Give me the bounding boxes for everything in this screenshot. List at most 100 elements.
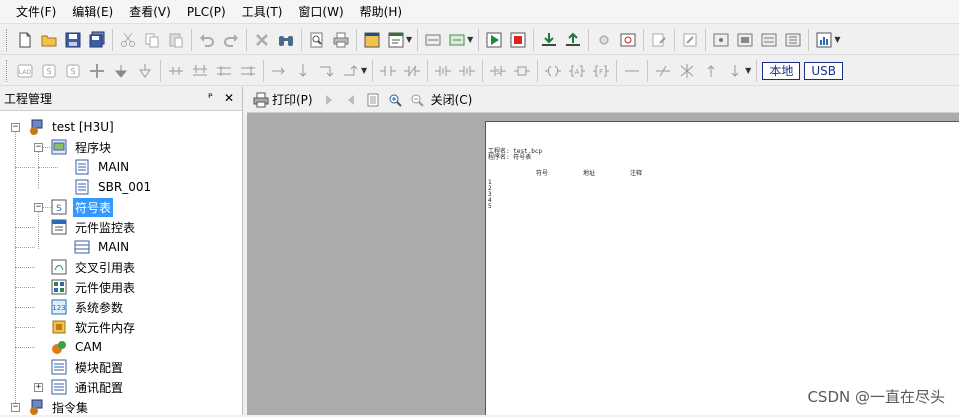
tree-item-main[interactable]: MAIN (74, 157, 131, 177)
monitor-icon[interactable] (593, 29, 615, 51)
output-window-icon[interactable] (385, 29, 407, 51)
menu-file[interactable]: 文件(F) (8, 1, 64, 23)
next-page-icon[interactable] (321, 92, 337, 108)
usb-button[interactable]: USB (804, 61, 843, 80)
local-button[interactable]: 本地 (762, 61, 801, 80)
tree-item-monitor-table[interactable]: 元件监控表 (51, 217, 137, 237)
tree-item-soft-memory[interactable]: 软元件内存 (51, 317, 137, 337)
collapse-instruction-set-toggle[interactable]: − (11, 403, 20, 412)
usage-icon[interactable] (758, 29, 780, 51)
delete-hline-icon[interactable] (652, 60, 674, 82)
tree-item-cross-ref[interactable]: 交叉引用表 (51, 257, 137, 277)
hline-draw-icon[interactable] (621, 60, 643, 82)
insert-node-icon[interactable] (86, 60, 108, 82)
delete-vline-icon[interactable] (676, 60, 698, 82)
close-icon[interactable]: ✕ (224, 91, 234, 105)
menu-tools[interactable]: 工具(T) (234, 1, 291, 23)
redo-icon[interactable] (220, 29, 242, 51)
tree-item-symbol-table[interactable]: S 符号表 (51, 197, 114, 217)
paste-icon[interactable] (165, 29, 187, 51)
no-contact-icon[interactable] (377, 60, 399, 82)
tree-item-monitor-main[interactable]: MAIN (74, 237, 131, 257)
upload-icon[interactable] (562, 29, 584, 51)
corner-line-up-icon[interactable] (340, 60, 362, 82)
save-all-icon[interactable] (86, 29, 108, 51)
delete-row-icon[interactable] (237, 60, 259, 82)
menu-window[interactable]: 窗口(W) (290, 1, 351, 23)
tree-item-instruction-set[interactable]: 指令集 (28, 397, 90, 417)
dropdown-arrow-icon[interactable]: ▼ (467, 35, 473, 44)
stop-icon[interactable] (507, 29, 529, 51)
undo-icon[interactable] (196, 29, 218, 51)
tree-item-usage-table[interactable]: 元件使用表 (51, 277, 137, 297)
tree-item-sbr[interactable]: SBR_001 (74, 177, 153, 197)
tree-item-project[interactable]: test [H3U] (28, 117, 116, 137)
vertical-line-icon[interactable] (292, 60, 314, 82)
parallel-nc-icon[interactable] (511, 60, 533, 82)
tree-item-cam[interactable]: CAM (51, 337, 104, 357)
pin-icon[interactable]: ᴾ (208, 91, 213, 105)
toolbar-grip[interactable] (6, 59, 9, 82)
copy-icon[interactable] (141, 29, 163, 51)
edit-icon[interactable] (679, 29, 701, 51)
dropdown-arrow-icon[interactable]: ▼ (361, 66, 367, 75)
insert-branch-icon[interactable] (165, 60, 187, 82)
toolbar-grip[interactable] (6, 28, 9, 51)
zoom-in-icon[interactable] (387, 92, 403, 108)
sfc-mode-icon[interactable]: S (62, 60, 84, 82)
project-window-icon[interactable] (361, 29, 383, 51)
dropdown-arrow-icon[interactable]: ▼ (834, 35, 840, 44)
collapse-project-toggle[interactable]: − (11, 123, 20, 132)
collapse-program-block-toggle[interactable]: − (34, 143, 43, 152)
expand-comm-config-toggle[interactable]: + (34, 383, 43, 392)
zoom-out-icon[interactable] (409, 92, 425, 108)
insert-parallel-icon[interactable] (189, 60, 211, 82)
ladder-view-icon[interactable] (422, 29, 444, 51)
config-icon[interactable] (782, 29, 804, 51)
parallel-contact-icon[interactable]: S (487, 60, 509, 82)
menu-plc[interactable]: PLC(P) (179, 1, 234, 23)
delete-icon[interactable] (251, 29, 273, 51)
down-arrow-icon[interactable] (110, 60, 132, 82)
collapse-monitor-table-toggle[interactable]: − (34, 203, 43, 212)
ladder-mode-icon[interactable]: LAD (14, 60, 36, 82)
dropdown-arrow-icon[interactable]: ▼ (406, 35, 412, 44)
up-arrow-icon[interactable] (700, 60, 722, 82)
tree-item-program-block[interactable]: 程序块 (51, 137, 113, 157)
nc-contact-icon[interactable] (401, 60, 423, 82)
down-small-arrow-icon[interactable] (724, 60, 746, 82)
instruction-mode-icon[interactable]: S (38, 60, 60, 82)
function-coil-icon[interactable]: A (566, 60, 588, 82)
element-table-icon[interactable] (710, 29, 732, 51)
tree-item-sys-params[interactable]: 123 系统参数 (51, 297, 125, 317)
open-folder-icon[interactable] (38, 29, 60, 51)
modify-value-icon[interactable] (648, 29, 670, 51)
instruction-list-icon[interactable] (446, 29, 468, 51)
falling-edge-icon[interactable] (456, 60, 478, 82)
cross-ref-icon[interactable] (734, 29, 756, 51)
online-monitor-icon[interactable] (617, 29, 639, 51)
one-page-icon[interactable] (365, 92, 381, 108)
download-icon[interactable] (538, 29, 560, 51)
cut-icon[interactable] (117, 29, 139, 51)
close-preview-button[interactable]: 关闭(C) (431, 91, 473, 108)
print-icon[interactable] (330, 29, 352, 51)
tree-item-module-config[interactable]: 模块配置 (51, 357, 125, 377)
dropdown-arrow-icon[interactable]: ▼ (745, 66, 751, 75)
coil-icon[interactable] (542, 60, 564, 82)
chart-icon[interactable] (813, 29, 835, 51)
corner-line-icon[interactable] (316, 60, 338, 82)
find-binoculars-icon[interactable] (275, 29, 297, 51)
print-button[interactable]: 打印(P) (253, 91, 313, 108)
run-icon[interactable] (483, 29, 505, 51)
insert-row-icon[interactable] (213, 60, 235, 82)
menu-view[interactable]: 查看(V) (121, 1, 179, 23)
print-preview-icon[interactable] (306, 29, 328, 51)
rising-edge-icon[interactable] (432, 60, 454, 82)
horizontal-line-icon[interactable] (268, 60, 290, 82)
down-hollow-arrow-icon[interactable] (134, 60, 156, 82)
function-block-icon[interactable]: F (590, 60, 612, 82)
tree-item-comm-config[interactable]: 通讯配置 (51, 377, 125, 397)
new-file-icon[interactable] (14, 29, 36, 51)
save-icon[interactable] (62, 29, 84, 51)
